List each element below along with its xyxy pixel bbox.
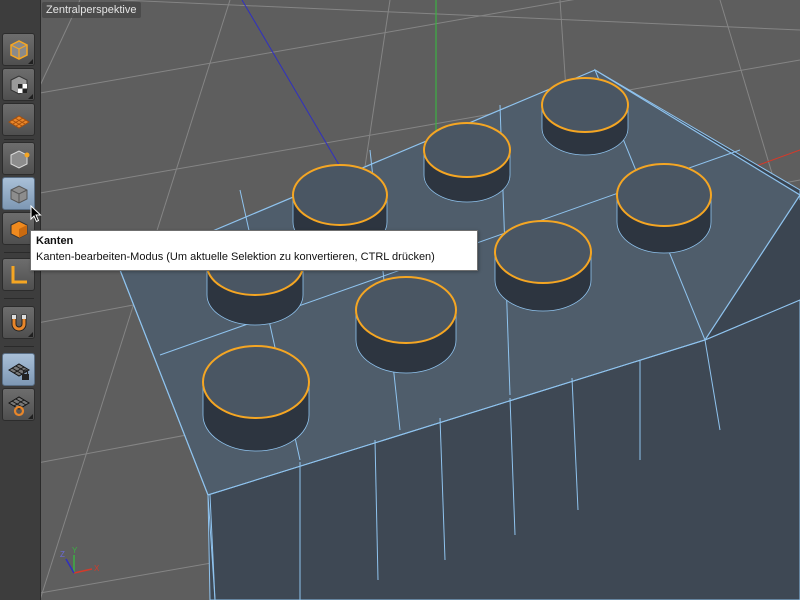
points-mode-icon: [10, 150, 30, 169]
viewport-camera-label[interactable]: Zentralperspektive: [42, 2, 141, 18]
stud: [494, 220, 592, 312]
snap-button[interactable]: [2, 306, 35, 339]
workplane-button[interactable]: [2, 388, 35, 421]
model-mode-button[interactable]: [2, 33, 35, 66]
gizmo-y-label: Y: [72, 546, 78, 555]
edges-mode-icon: [10, 185, 28, 204]
texture-mode-icon: [8, 115, 30, 129]
stud: [202, 345, 310, 452]
tooltip-description: Kanten-bearbeiten-Modus (Um aktuelle Sel…: [36, 251, 435, 263]
stud: [423, 122, 511, 203]
object-mode-button[interactable]: [2, 68, 35, 101]
workplane-lock-button[interactable]: [2, 353, 35, 386]
mode-toolbar: [0, 0, 41, 600]
viewport-3d[interactable]: [0, 0, 800, 600]
axis-gizmo: Z Y X: [60, 546, 100, 574]
workplane-lock-icon: [8, 363, 30, 380]
tooltip-title: Kanten: [36, 235, 74, 247]
toolbar-separator: [4, 346, 34, 347]
mouse-cursor-icon: [30, 205, 42, 223]
viewport-header: Zentralperspektive: [40, 0, 800, 20]
polygons-mode-icon: [10, 220, 28, 239]
axis-mode-icon: [11, 266, 27, 284]
points-mode-button[interactable]: [2, 142, 35, 175]
edges-mode-tooltip: Kanten Kanten-bearbeiten-Modus (Um aktue…: [30, 230, 478, 271]
toolbar-separator: [4, 298, 34, 299]
gizmo-z-axis: [65, 558, 75, 574]
stud: [541, 77, 629, 156]
cinema4d-window: Zentralperspektive Kanten Kanten-bearbei…: [0, 0, 800, 600]
gizmo-z-label: Z: [60, 550, 65, 559]
texture-mode-button[interactable]: [2, 103, 35, 136]
stud: [355, 276, 457, 374]
stud: [616, 163, 712, 254]
gizmo-x-axis: [73, 568, 93, 574]
gizmo-x-label: X: [94, 564, 100, 573]
toolbar-separator: [4, 139, 34, 140]
